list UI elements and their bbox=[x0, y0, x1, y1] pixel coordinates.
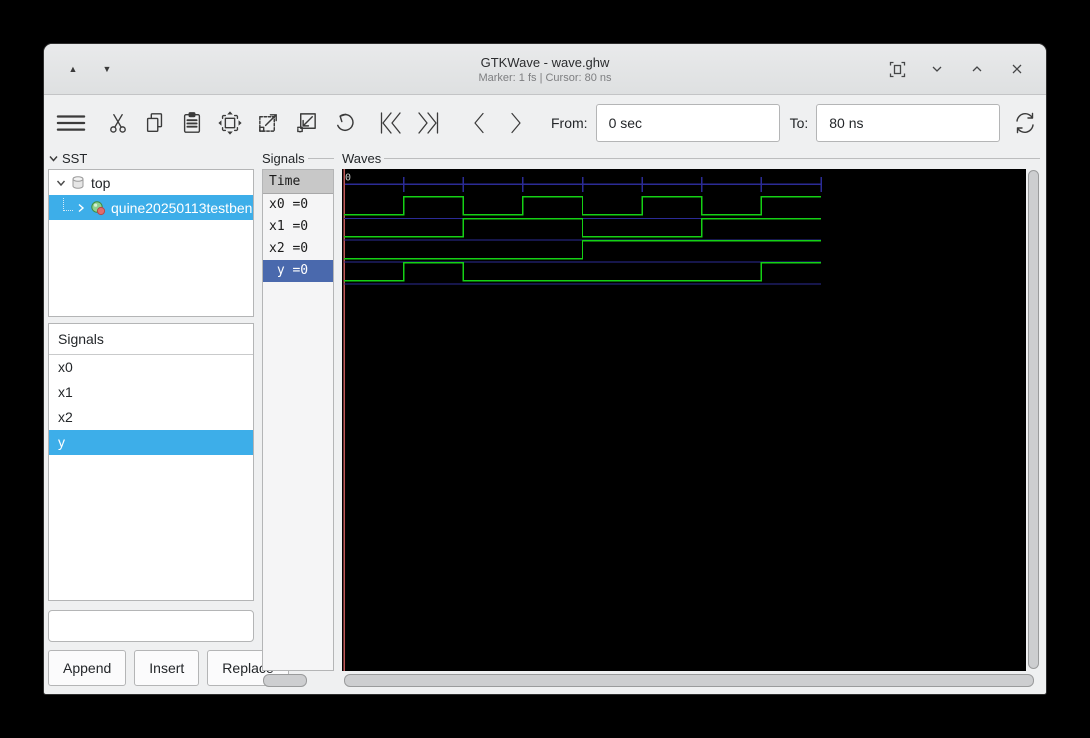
wave-name-row-x0[interactable]: x0 =0 bbox=[263, 194, 333, 216]
zoom-in-icon bbox=[259, 114, 277, 132]
titlebar[interactable]: ▲ ▼ GTKWave - wave.ghw Marker: 1 fs | Cu… bbox=[44, 44, 1046, 95]
to-start-icon bbox=[380, 111, 401, 134]
tree-branch-line bbox=[63, 198, 73, 211]
minimize-button[interactable] bbox=[926, 58, 948, 80]
sst-tree-item-top[interactable]: top bbox=[49, 170, 253, 195]
to-start-button[interactable] bbox=[377, 108, 403, 138]
to-input[interactable] bbox=[816, 103, 1001, 142]
chevron-up-icon bbox=[972, 66, 982, 72]
copy-button[interactable] bbox=[143, 108, 167, 138]
from-label: From: bbox=[551, 114, 588, 131]
zoom-fit-button[interactable] bbox=[217, 108, 243, 138]
sst-label: SST bbox=[62, 150, 88, 166]
main-content: SST top quine20250113testbench Signals x0… bbox=[48, 149, 1040, 687]
scissors-icon bbox=[110, 113, 126, 133]
tree-item-label: top bbox=[91, 174, 111, 191]
signal-list-item-x0[interactable]: x0 bbox=[49, 355, 253, 380]
maximize-button[interactable] bbox=[966, 58, 988, 80]
gtkwave-window: ▲ ▼ GTKWave - wave.ghw Marker: 1 fs | Cu… bbox=[44, 44, 1046, 694]
wave-name-row-x2[interactable]: x2 =0 bbox=[263, 238, 333, 260]
waves-hscrollbar[interactable] bbox=[342, 674, 1040, 687]
names-hscrollbar[interactable] bbox=[262, 674, 334, 687]
triangle-up-icon: ▲ bbox=[68, 64, 78, 74]
shade-down-button[interactable]: ▼ bbox=[98, 60, 116, 78]
signal-name-rows: x0 =0 x1 =0 x2 =0 y =0 bbox=[263, 194, 333, 282]
signal-list-item-x1[interactable]: x1 bbox=[49, 380, 253, 405]
to-label: To: bbox=[789, 114, 809, 131]
wave-trace-x2 bbox=[344, 240, 821, 260]
shift-right-icon bbox=[511, 112, 521, 133]
insert-button[interactable]: Insert bbox=[134, 650, 200, 686]
wave-trace-x1 bbox=[344, 218, 821, 238]
signal-list-item-y[interactable]: y bbox=[49, 430, 253, 455]
signals-list: x0 x1 x2 y bbox=[49, 355, 253, 455]
waves-vscrollbar[interactable] bbox=[1026, 169, 1040, 671]
chevron-down-icon bbox=[932, 66, 942, 72]
reload-button[interactable] bbox=[1012, 108, 1038, 138]
frame-line bbox=[384, 157, 1040, 159]
chevron-down-icon bbox=[48, 153, 59, 164]
sst-tree-item-quine20250113testbench[interactable]: quine20250113testbench bbox=[49, 195, 253, 220]
wave-name-row-y[interactable]: y =0 bbox=[263, 260, 333, 282]
window-title: GTKWave - wave.ghw bbox=[480, 54, 610, 70]
zoom-fit-icon bbox=[218, 110, 242, 135]
copy-icon bbox=[146, 112, 163, 132]
signals-frame-label: Signals bbox=[262, 150, 305, 166]
zoom-in-button[interactable] bbox=[256, 108, 281, 138]
database-icon bbox=[70, 175, 86, 191]
wave-trace-x0 bbox=[344, 196, 821, 216]
menu-icon bbox=[56, 114, 86, 131]
wave-trace-y bbox=[344, 261, 821, 282]
fullscreen-icon bbox=[889, 61, 905, 77]
wave-canvas[interactable]: 0 bbox=[342, 169, 1026, 671]
shift-right-button[interactable] bbox=[504, 108, 528, 138]
shift-left-icon bbox=[474, 112, 484, 133]
timeline-start-label: 0 bbox=[345, 172, 351, 183]
shade-up-button[interactable]: ▲ bbox=[64, 60, 82, 78]
waves-hscroll-thumb[interactable] bbox=[344, 674, 1034, 687]
waves-vscroll-thumb[interactable] bbox=[1028, 170, 1039, 669]
close-button[interactable] bbox=[1006, 58, 1028, 80]
search-input[interactable] bbox=[65, 617, 245, 635]
to-end-icon bbox=[418, 111, 439, 134]
fullscreen-button[interactable] bbox=[886, 58, 908, 80]
marker-cursor-status: Marker: 1 fs | Cursor: 80 ns bbox=[478, 71, 612, 84]
sst-expander[interactable]: SST bbox=[48, 149, 254, 167]
reload-icon bbox=[1016, 112, 1034, 133]
signals-list-panel: Signals x0 x1 x2 y bbox=[48, 323, 254, 601]
cut-button[interactable] bbox=[106, 108, 130, 138]
undo-icon bbox=[337, 113, 354, 132]
paste-icon bbox=[183, 111, 201, 133]
chevron-right-icon[interactable] bbox=[76, 203, 86, 213]
signal-list-item-x2[interactable]: x2 bbox=[49, 405, 253, 430]
paste-button[interactable] bbox=[180, 108, 204, 138]
sst-pane: SST top quine20250113testbench Signals x0… bbox=[48, 149, 289, 686]
tree-item-label: quine20250113testbench bbox=[111, 199, 253, 216]
waves-pane: Waves 0 bbox=[342, 149, 1040, 687]
sst-tree: top quine20250113testbench bbox=[48, 169, 254, 317]
zoom-out-icon bbox=[297, 113, 316, 133]
append-button[interactable]: Append bbox=[48, 650, 127, 686]
time-header[interactable]: Time bbox=[263, 170, 333, 194]
close-icon bbox=[1012, 64, 1022, 74]
triangle-down-icon: ▼ bbox=[102, 64, 112, 74]
module-icon bbox=[90, 200, 106, 216]
zoom-undo-button[interactable] bbox=[332, 108, 357, 138]
frame-line bbox=[307, 157, 334, 159]
signal-names-pane: Signals Time x0 =0 x1 =0 x2 =0 y =0 bbox=[262, 149, 334, 687]
to-end-button[interactable] bbox=[416, 108, 442, 138]
zoom-out-button[interactable] bbox=[294, 108, 319, 138]
wave-name-row-x1[interactable]: x1 =0 bbox=[263, 216, 333, 238]
names-hscroll-thumb[interactable] bbox=[263, 674, 307, 687]
signals-list-header: Signals bbox=[49, 324, 253, 355]
shift-left-button[interactable] bbox=[467, 108, 491, 138]
waves-frame-label: Waves bbox=[342, 150, 382, 166]
signal-name-panel: Time x0 =0 x1 =0 x2 =0 y =0 bbox=[262, 169, 334, 671]
toolbar: From: To: bbox=[44, 95, 1046, 150]
chevron-down-icon[interactable] bbox=[56, 178, 66, 188]
search-box[interactable] bbox=[48, 610, 254, 642]
menu-button[interactable] bbox=[56, 108, 86, 138]
from-input[interactable] bbox=[595, 103, 780, 142]
